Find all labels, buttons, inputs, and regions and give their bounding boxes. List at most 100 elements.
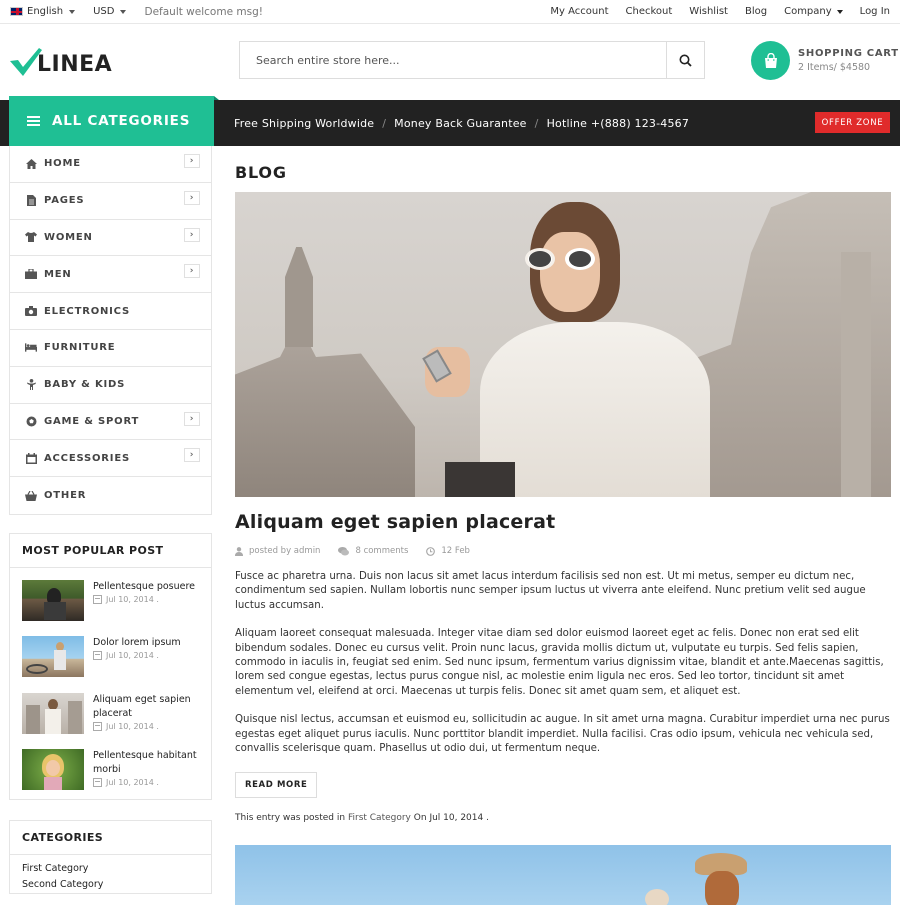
chevron-right-icon[interactable]: › [184, 411, 200, 426]
read-more-button[interactable]: READ MORE [235, 772, 318, 799]
popular-posts-title: MOST POPULAR POST [10, 534, 211, 568]
category-link[interactable]: Second Category [22, 877, 199, 893]
post-comments[interactable]: 8 comments [355, 546, 408, 556]
post-title[interactable]: Aliquam eget sapien placerat [235, 511, 891, 533]
post-author: posted by admin [249, 546, 321, 556]
calendar-icon [25, 452, 37, 464]
chevron-right-icon[interactable]: › [184, 448, 200, 463]
chevron-down-icon [69, 9, 76, 14]
promo-strip: Free Shipping Worldwide / Money Back Gua… [234, 117, 689, 130]
post-date: Jul 10, 2014 . [106, 651, 159, 661]
sidebar: HOME › PAGES › WOMEN › MEN › ELECTRONICS… [9, 146, 212, 895]
menu-item-label: PAGES [44, 195, 85, 207]
post-date: 12 Feb [441, 546, 470, 556]
checkout-link[interactable]: Checkout [626, 6, 673, 17]
briefcase-icon [25, 268, 37, 280]
page-title: BLOG [235, 163, 287, 182]
menu-item-game-sport[interactable]: GAME & SPORT › [10, 404, 211, 441]
all-categories-button[interactable]: ALL CATEGORIES [9, 96, 219, 146]
offer-zone-button[interactable]: OFFER ZONE [815, 112, 890, 133]
post-thumbnail[interactable] [22, 636, 84, 678]
menu-icon [27, 116, 40, 126]
shirt-icon [25, 231, 37, 243]
categories-title: CATEGORIES [10, 821, 211, 856]
basket-icon [25, 490, 37, 502]
post-thumbnail[interactable] [22, 692, 84, 734]
my-account-link[interactable]: My Account [550, 6, 608, 17]
ball-icon [25, 415, 37, 427]
currency-label: USD [93, 6, 115, 17]
cart-summary: 2 Items/ $4580 [798, 62, 871, 73]
clock-icon [426, 546, 436, 556]
logo-text: LINEA [37, 51, 113, 77]
category-menu: HOME › PAGES › WOMEN › MEN › ELECTRONICS… [9, 146, 212, 515]
popular-post[interactable]: Pellentesque posuere Jul 10, 2014 . [10, 568, 211, 625]
child-icon [25, 379, 37, 391]
welcome-message: Default welcome msg! [144, 5, 263, 18]
all-categories-label: ALL CATEGORIES [52, 113, 191, 129]
company-menu[interactable]: Company [784, 6, 843, 17]
logo[interactable]: LINEA [9, 47, 239, 77]
popular-post[interactable]: Dolor lorem ipsum Jul 10, 2014 . [10, 624, 211, 681]
language-label: English [27, 6, 64, 17]
blog-link[interactable]: Blog [745, 6, 767, 17]
login-link[interactable]: Log In [860, 6, 890, 17]
currency-selector[interactable]: USD [93, 6, 127, 17]
next-post-image[interactable] [235, 845, 891, 905]
post-title[interactable]: Aliquam eget sapien placerat [93, 693, 199, 721]
calendar-icon [93, 778, 102, 788]
popular-post[interactable]: Aliquam eget sapien placerat Jul 10, 201… [10, 681, 211, 738]
shopping-cart[interactable]: SHOPPING CART 2 Items/ $4580 [751, 41, 899, 80]
language-selector[interactable]: English [10, 6, 76, 17]
promo-shipping: Free Shipping Worldwide [234, 117, 375, 130]
camera-icon [25, 305, 37, 317]
popular-post[interactable]: Pellentesque habitant morbi Jul 10, 2014… [10, 737, 211, 799]
promo-separator: / [534, 117, 539, 130]
category-link[interactable]: First Category [22, 861, 199, 877]
menu-item-label: GAME & SPORT [44, 415, 140, 427]
chevron-right-icon[interactable]: › [184, 264, 200, 279]
bed-icon [25, 342, 37, 354]
menu-item-other[interactable]: OTHER [10, 477, 211, 514]
chevron-right-icon[interactable]: › [184, 154, 200, 168]
promo-separator: / [382, 117, 387, 130]
menu-item-label: OTHER [44, 490, 87, 502]
promo-guarantee: Money Back Guarantee [394, 117, 527, 130]
post-title[interactable]: Pellentesque habitant morbi [93, 749, 199, 777]
chevron-right-icon[interactable]: › [184, 190, 200, 205]
menu-item-men[interactable]: MEN › [10, 256, 211, 294]
popular-posts-widget: MOST POPULAR POST Pellentesque posuere J… [9, 532, 212, 801]
search-bar [239, 41, 705, 79]
search-input[interactable] [240, 42, 666, 78]
post-thumbnail[interactable] [22, 749, 84, 791]
search-button[interactable] [666, 42, 704, 78]
menu-item-label: WOMEN [44, 231, 93, 243]
chevron-down-icon [120, 9, 127, 14]
menu-item-furniture[interactable]: FURNITURE [10, 330, 211, 367]
entry-suffix: . [486, 813, 489, 824]
menu-item-baby-kids[interactable]: BABY & KIDS [10, 367, 211, 404]
post-title[interactable]: Pellentesque posuere [93, 580, 195, 594]
menu-item-home[interactable]: HOME › [10, 146, 211, 183]
company-label: Company [784, 6, 832, 17]
wishlist-link[interactable]: Wishlist [689, 6, 728, 17]
menu-item-label: HOME [44, 158, 81, 170]
calendar-icon [93, 594, 102, 604]
entry-category-link[interactable]: First Category [348, 813, 411, 823]
post-title[interactable]: Dolor lorem ipsum [93, 636, 181, 650]
menu-item-label: BABY & KIDS [44, 379, 126, 391]
main-content: BLOG Aliquam eget sapien placerat posted… [235, 146, 891, 905]
entry-date: Jul 10, 2014 [429, 813, 484, 824]
chevron-right-icon[interactable]: › [184, 227, 200, 242]
menu-item-accessories[interactable]: ACCESSORIES › [10, 440, 211, 478]
entry-prefix: This entry was posted in [235, 813, 346, 824]
menu-item-electronics[interactable]: ELECTRONICS [10, 293, 211, 330]
post-featured-image[interactable] [235, 192, 891, 497]
menu-item-pages[interactable]: PAGES › [10, 183, 211, 220]
post-thumbnail[interactable] [22, 579, 84, 621]
search-icon [679, 54, 692, 67]
menu-item-women[interactable]: WOMEN › [10, 220, 211, 257]
categories-widget: CATEGORIES First Category Second Categor… [9, 820, 212, 895]
top-bar: English USD Default welcome msg! My Acco… [0, 0, 900, 24]
uk-flag-icon [10, 7, 23, 16]
